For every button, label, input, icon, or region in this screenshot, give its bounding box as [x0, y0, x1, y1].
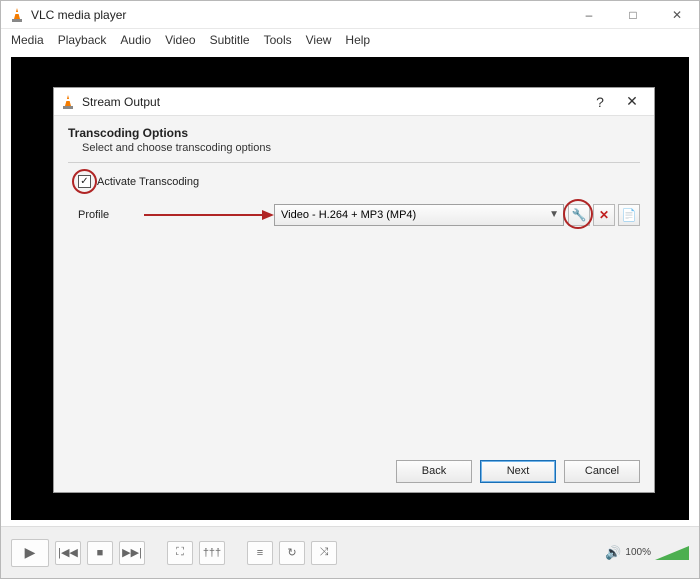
menubar: Media Playback Audio Video Subtitle Tool… [1, 29, 699, 51]
menu-video[interactable]: Video [165, 33, 195, 47]
player-controls: ▶ |◀◀ ■ ▶▶| ⛶ ††† ≡ ↻ ⤨ 🔊 100% [1, 526, 699, 578]
speaker-icon[interactable]: 🔊 [605, 545, 621, 561]
activate-transcoding-row: ✓ Activate Transcoding [78, 175, 640, 188]
app-title: VLC media player [31, 8, 567, 22]
delete-profile-button[interactable]: ✕ [593, 204, 615, 226]
profile-value: Video - H.264 + MP3 (MP4) [281, 209, 416, 221]
cancel-button[interactable]: Cancel [564, 460, 640, 483]
shuffle-button[interactable]: ⤨ [311, 541, 337, 565]
dialog-close-button[interactable]: ✕ [616, 90, 648, 114]
stream-output-dialog: Stream Output ? ✕ Transcoding Options Se… [53, 87, 655, 493]
fullscreen-button[interactable]: ⛶ [167, 541, 193, 565]
next-button[interactable]: ▶▶| [119, 541, 145, 565]
menu-subtitle[interactable]: Subtitle [210, 33, 250, 47]
app-window: VLC media player – □ ✕ Media Playback Au… [0, 0, 700, 579]
dialog-body: Transcoding Options Select and choose tr… [54, 116, 654, 450]
divider [68, 162, 640, 163]
new-icon: 📄 [622, 208, 637, 222]
profile-action-buttons: 🔧 ✕ 📄 [568, 204, 640, 226]
maximize-button[interactable]: □ [611, 1, 655, 29]
annotation-arrow [144, 208, 274, 222]
menu-help[interactable]: Help [345, 33, 370, 47]
volume-slider[interactable] [655, 546, 689, 560]
extended-settings-button[interactable]: ††† [199, 541, 225, 565]
new-profile-button[interactable]: 📄 [618, 204, 640, 226]
menu-audio[interactable]: Audio [120, 33, 151, 47]
window-controls: – □ ✕ [567, 1, 699, 29]
play-button[interactable]: ▶ [11, 539, 49, 567]
section-subtitle: Select and choose transcoding options [82, 142, 640, 154]
back-button[interactable]: Back [396, 460, 472, 483]
activate-transcoding-checkbox[interactable]: ✓ [78, 175, 91, 188]
edit-profile-button[interactable]: 🔧 [568, 204, 590, 226]
next-button[interactable]: Next [480, 460, 556, 483]
profile-dropdown[interactable]: Video - H.264 + MP3 (MP4) ▼ [274, 204, 564, 226]
dialog-help-button[interactable]: ? [584, 90, 616, 114]
playlist-button[interactable]: ≡ [247, 541, 273, 565]
activate-transcoding-label: Activate Transcoding [97, 176, 199, 188]
volume-area: 🔊 100% [605, 545, 689, 561]
vlc-cone-icon [9, 7, 25, 23]
delete-icon: ✕ [599, 208, 609, 222]
titlebar: VLC media player – □ ✕ [1, 1, 699, 29]
close-button[interactable]: ✕ [655, 1, 699, 29]
previous-button[interactable]: |◀◀ [55, 541, 81, 565]
edit-profile-wrapper: 🔧 [568, 204, 590, 226]
vlc-cone-icon [60, 94, 76, 110]
minimize-button[interactable]: – [567, 1, 611, 29]
menu-playback[interactable]: Playback [58, 33, 107, 47]
dialog-footer: Back Next Cancel [54, 450, 654, 492]
dialog-title: Stream Output [82, 95, 584, 109]
section-title: Transcoding Options [68, 126, 640, 140]
menu-view[interactable]: View [306, 33, 332, 47]
wrench-icon: 🔧 [572, 208, 587, 222]
stop-button[interactable]: ■ [87, 541, 113, 565]
volume-percent: 100% [625, 547, 651, 558]
loop-button[interactable]: ↻ [279, 541, 305, 565]
menu-tools[interactable]: Tools [264, 33, 292, 47]
profile-row: Profile Video - H.264 + MP3 (MP4) ▼ [78, 204, 640, 226]
menu-media[interactable]: Media [11, 33, 44, 47]
chevron-down-icon: ▼ [549, 209, 559, 220]
dialog-titlebar: Stream Output ? ✕ [54, 88, 654, 116]
profile-label: Profile [78, 209, 144, 221]
